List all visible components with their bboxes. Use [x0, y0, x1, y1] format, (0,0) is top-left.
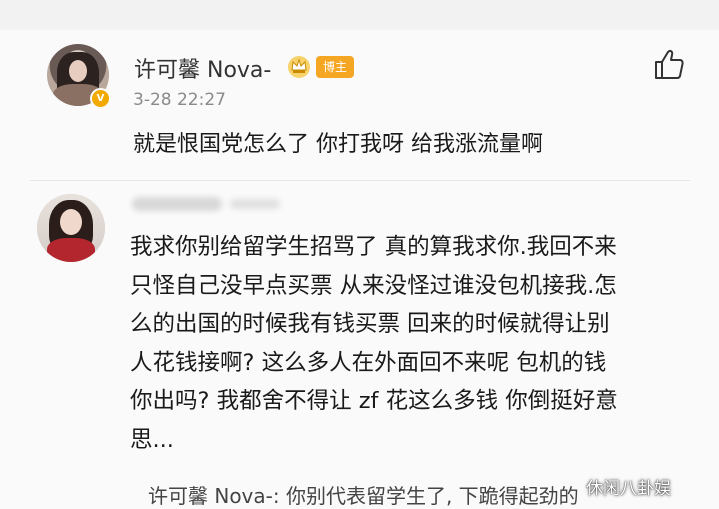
avatar[interactable] [37, 194, 105, 262]
divider [30, 180, 690, 181]
comment-line: 你出吗? 我都舍不得让 zf 花这么多钱 你倒挺好意 [130, 388, 618, 414]
watermark: 休闲八卦娱 [586, 479, 671, 499]
comment-text: 就是恨国党怎么了 你打我呀 给我涨流量啊 [133, 132, 543, 157]
comment-line: 我求你别给留学生招骂了 真的算我求你.我回不来 [130, 234, 617, 260]
verified-badge-icon: V [90, 88, 111, 109]
comment-line: 思... [130, 426, 174, 453]
timestamp: 3-28 22:27 [133, 90, 226, 110]
thumbs-up-icon[interactable] [652, 48, 686, 80]
reply-preview[interactable]: 许可馨 Nova-: 你别代表留学生了, 下跪得起劲的 [148, 480, 579, 509]
comment-line: 人花钱接啊? 这么多人在外面回不来呢 包机的钱 [130, 349, 607, 376]
top-strip [0, 0, 719, 30]
blurred-username [132, 197, 222, 211]
comment-text: 我求你别给留学生招骂了 真的算我求你.我回不来 只怪自己没早点买票 从来没怪过谁… [130, 228, 700, 459]
comment-panel: V 许可馨 Nova- 博主 3-28 22:27 就是恨国党怎么了 你打我呀 … [0, 0, 719, 508]
comment-line: 只怪自己没早点买票 从来没怪过谁没包机接我.怎 [130, 272, 617, 299]
crown-icon [288, 56, 310, 78]
blurred-timestamp [230, 199, 280, 209]
username[interactable]: 许可馨 Nova- [134, 52, 271, 84]
comment-line: 么的出国的时候我有钱买票 回来的时候就得让别 [130, 311, 610, 337]
author-badge: 博主 [316, 56, 354, 78]
